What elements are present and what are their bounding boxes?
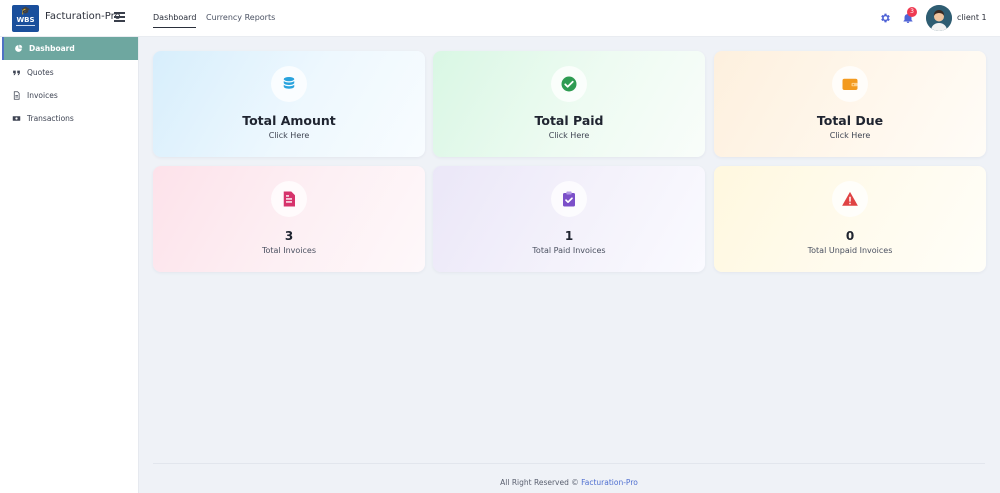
card-title: Total Due — [816, 113, 884, 128]
invoice-icon — [283, 191, 295, 207]
username[interactable]: client 1 — [957, 13, 987, 22]
sidebar-item-label: Transactions — [27, 114, 74, 123]
total-invoices-card[interactable]: 3 Total Invoices — [153, 166, 425, 272]
gear-icon[interactable] — [879, 12, 891, 24]
sidebar-item-quotes[interactable]: Quotes — [2, 61, 138, 84]
sidebar: Dashboard Quotes Invoices Transactions — [0, 37, 139, 493]
total-paid-invoices-card[interactable]: 1 Total Paid Invoices — [433, 166, 705, 272]
warning-icon — [842, 191, 858, 206]
sidebar-item-label: Quotes — [27, 68, 54, 77]
total-unpaid-invoices-card[interactable]: 0 Total Unpaid Invoices — [714, 166, 986, 272]
card-title: Total Paid — [534, 113, 604, 128]
card-link[interactable]: Click Here — [714, 131, 986, 140]
brand-name: Facturation-Pro — [45, 11, 121, 22]
document-icon — [13, 91, 20, 100]
stat-value: 3 — [284, 229, 294, 243]
tab-currency-reports[interactable]: Currency Reports — [206, 13, 275, 27]
stat-value: 1 — [564, 229, 574, 243]
stat-value: 0 — [845, 229, 855, 243]
clipboard-check-icon — [563, 191, 575, 207]
logo[interactable]: 🎓 WBS — [12, 5, 39, 32]
footer-text: All Right Reserved © — [500, 478, 579, 487]
sidebar-item-dashboard[interactable]: Dashboard — [2, 37, 138, 60]
wallet-icon — [842, 78, 858, 90]
logo-text: WBS — [16, 16, 35, 24]
footer-link[interactable]: Facturation-Pro — [581, 478, 638, 487]
check-circle-icon — [561, 76, 577, 92]
tab-dashboard[interactable]: Dashboard — [153, 13, 197, 28]
footer: All Right Reserved © Facturation-Pro — [153, 478, 985, 487]
money-icon — [12, 116, 21, 121]
stat-label: Total Paid Invoices — [532, 246, 606, 255]
avatar[interactable] — [926, 5, 952, 31]
sidebar-item-label: Invoices — [27, 91, 58, 100]
sidebar-item-transactions[interactable]: Transactions — [2, 107, 138, 130]
hamburger-icon[interactable] — [114, 12, 125, 22]
top-bar: 🎓 WBS Facturation-Pro Dashboard Currency… — [0, 0, 1000, 37]
quote-icon — [13, 70, 20, 76]
card-link[interactable]: Click Here — [433, 131, 705, 140]
dashboard-icon — [15, 44, 23, 52]
footer-divider — [153, 463, 985, 464]
total-paid-card[interactable]: Total Paid Click Here — [433, 51, 705, 157]
sidebar-item-invoices[interactable]: Invoices — [2, 84, 138, 107]
stat-label: Total Unpaid Invoices — [807, 246, 893, 255]
total-due-card[interactable]: Total Due Click Here — [714, 51, 986, 157]
sidebar-item-label: Dashboard — [29, 44, 75, 53]
coins-icon — [283, 77, 295, 89]
card-title: Total Amount — [242, 113, 336, 128]
notification-badge: 3 — [907, 7, 917, 17]
graduation-cap-icon: 🎓 — [20, 6, 31, 15]
total-amount-card[interactable]: Total Amount Click Here — [153, 51, 425, 157]
card-link[interactable]: Click Here — [153, 131, 425, 140]
stat-label: Total Invoices — [262, 246, 316, 255]
